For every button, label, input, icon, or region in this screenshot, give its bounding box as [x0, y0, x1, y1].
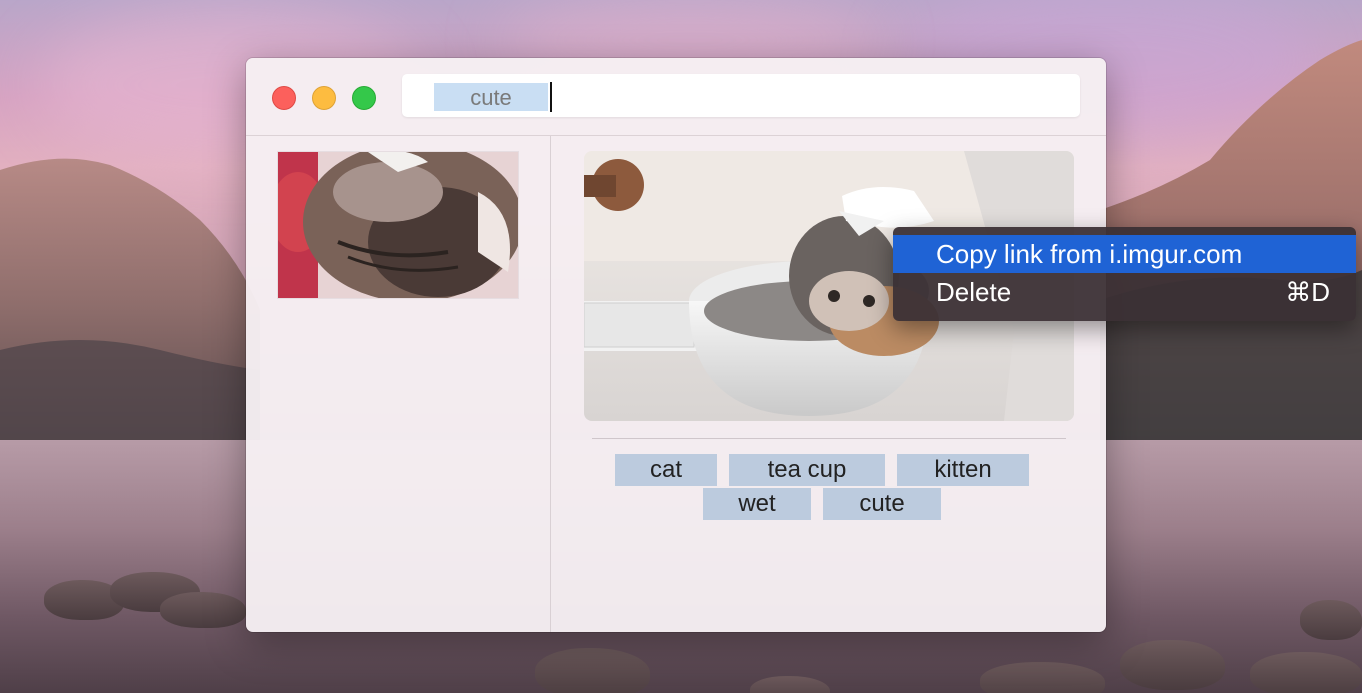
- zoom-button[interactable]: [352, 86, 376, 110]
- title-bar: cute: [246, 58, 1106, 136]
- rock: [160, 592, 246, 628]
- menu-item-label: Copy link from i.imgur.com: [936, 239, 1243, 269]
- search-token-cute[interactable]: cute: [434, 83, 548, 111]
- menu-item-shortcut: ⌘D: [1285, 277, 1330, 307]
- sidebar-divider[interactable]: [550, 136, 551, 632]
- tag-cat[interactable]: cat: [615, 454, 717, 486]
- close-button[interactable]: [272, 86, 296, 110]
- kitten-thumbnail-image: [278, 152, 518, 298]
- tag-tea-cup[interactable]: tea cup: [729, 454, 885, 486]
- tag-cute[interactable]: cute: [823, 488, 941, 520]
- context-menu: Copy link from i.imgur.com Delete ⌘D: [893, 227, 1356, 321]
- rock: [1120, 640, 1225, 690]
- rock: [1300, 600, 1362, 640]
- tag-kitten[interactable]: kitten: [897, 454, 1029, 486]
- menu-item-label: Delete: [936, 277, 1012, 307]
- search-input[interactable]: cute: [402, 74, 1080, 117]
- preview-divider: [592, 438, 1066, 439]
- menu-item-delete[interactable]: Delete ⌘D: [893, 273, 1356, 311]
- text-cursor: [550, 82, 552, 112]
- desktop-wallpaper: cute cat tea cup kitten wet cute Copy li…: [0, 0, 1362, 693]
- rock: [535, 648, 650, 693]
- app-window: cute cat tea cup kitten wet cute: [246, 58, 1106, 632]
- menu-item-copy-link[interactable]: Copy link from i.imgur.com: [893, 235, 1356, 273]
- tag-wet[interactable]: wet: [703, 488, 811, 520]
- rock: [1250, 652, 1362, 693]
- mountain-left: [0, 158, 260, 450]
- image-thumbnail[interactable]: [277, 151, 519, 299]
- minimize-button[interactable]: [312, 86, 336, 110]
